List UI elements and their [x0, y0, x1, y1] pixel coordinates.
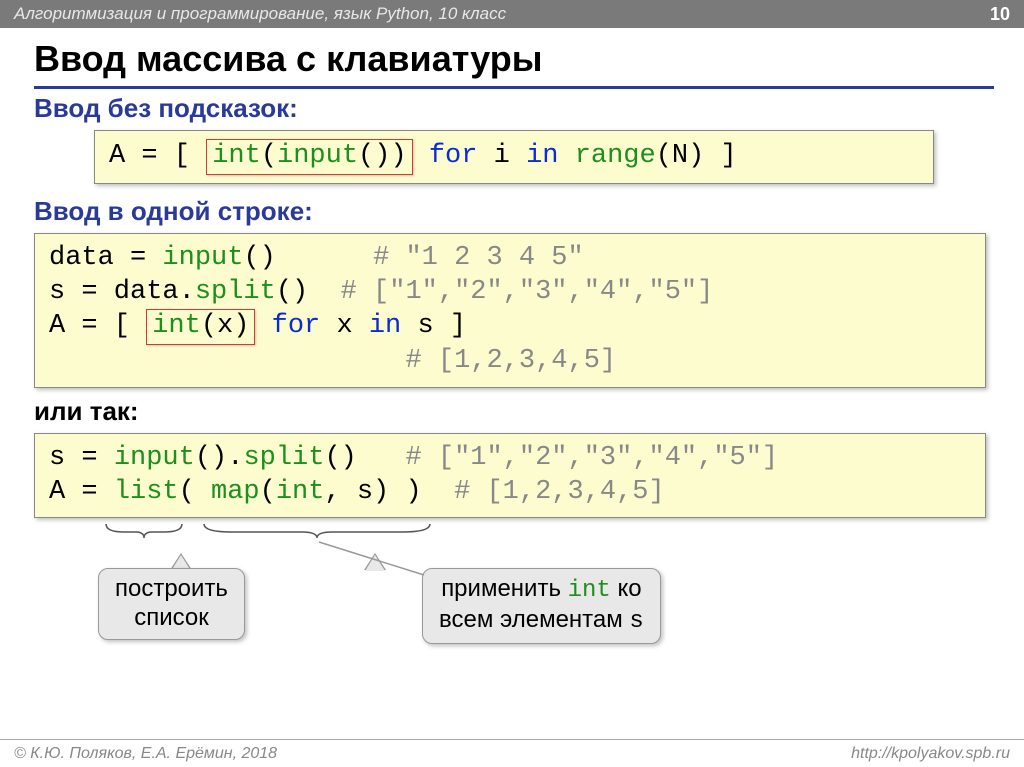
- code-fn: map: [211, 477, 260, 507]
- code-text: A = [: [49, 311, 146, 341]
- code-fn: int: [276, 477, 325, 507]
- callout-text: построить: [115, 575, 228, 604]
- code-text: ().: [195, 443, 244, 473]
- boxed-highlight: int(input()): [206, 139, 412, 175]
- slide-title: Ввод массива с клавиатуры: [34, 38, 994, 89]
- footer-url: http://kpolyakov.spb.ru: [851, 745, 1010, 763]
- section2-heading: Ввод в одной строке:: [34, 196, 994, 227]
- code-line: A = list( map(int, s) ) # [1,2,3,4,5]: [49, 476, 971, 510]
- copyright: © К.Ю. Поляков, Е.А. Ерёмин, 2018: [14, 745, 277, 763]
- code-kw: for: [272, 311, 321, 341]
- code-block-3: s = input().split() # ["1","2","3","4","…: [34, 433, 986, 519]
- callout-box-1: построить список: [98, 568, 245, 640]
- code-text: A =: [49, 477, 114, 507]
- brace-icon: [202, 522, 432, 540]
- code-line: # [1,2,3,4,5]: [49, 345, 971, 379]
- code-text: (: [179, 477, 211, 507]
- code-text: (): [324, 443, 356, 473]
- code-text: , s) ): [324, 477, 421, 507]
- callout-box-2: применить int ко всем элементам s: [422, 568, 661, 644]
- code-block-1: A = [ int(input()) for i in range(N) ]: [94, 130, 934, 184]
- code-comment: # "1 2 3 4 5": [373, 243, 584, 273]
- code-kw: for: [429, 141, 478, 171]
- code-text: data =: [49, 243, 162, 273]
- code-text: s = data.: [49, 277, 195, 307]
- code-kw: in: [526, 141, 558, 171]
- footer-bar: © К.Ю. Поляков, Е.А. Ерёмин, 2018 http:/…: [0, 739, 1024, 767]
- code-text: s =: [49, 443, 114, 473]
- callout-text: список: [115, 604, 228, 633]
- code-comment: # [1,2,3,4,5]: [405, 346, 616, 376]
- page-number: 10: [990, 4, 1010, 25]
- code-line: data = input() # "1 2 3 4 5": [49, 242, 971, 276]
- code-fn: input: [114, 443, 195, 473]
- slide-content: Ввод массива с клавиатуры Ввод без подск…: [0, 28, 1024, 644]
- code-comment: # [1,2,3,4,5]: [454, 477, 665, 507]
- code-fn: split: [243, 443, 324, 473]
- code-text: (: [260, 477, 276, 507]
- code-line: s = input().split() # ["1","2","3","4","…: [49, 442, 971, 476]
- code-text: A = [: [109, 141, 206, 171]
- code-text: (): [276, 277, 308, 307]
- callouts-area: построить список применить int ко всем э…: [34, 524, 994, 644]
- brace-icon: [104, 522, 184, 540]
- code-fn: int: [152, 311, 201, 341]
- code-fn: int: [212, 141, 261, 171]
- or-label: или так:: [34, 396, 994, 427]
- code-fn: input: [162, 243, 243, 273]
- code-line: A = [ int(x) for x in s ]: [49, 309, 971, 345]
- code-text: (): [243, 243, 275, 273]
- code-fn: list: [114, 477, 179, 507]
- boxed-highlight: int(x): [146, 309, 255, 345]
- code-fn: input: [277, 141, 358, 171]
- code-text: (x): [201, 311, 250, 341]
- code-block-2: data = input() # "1 2 3 4 5" s = data.sp…: [34, 233, 986, 388]
- callout-text: применить int ко: [439, 575, 644, 606]
- code-kw: in: [369, 311, 401, 341]
- section1-heading: Ввод без подсказок:: [34, 93, 994, 124]
- code-line: s = data.split() # ["1","2","3","4","5"]: [49, 276, 971, 310]
- course-title: Алгоритмизация и программирование, язык …: [14, 4, 506, 24]
- callout-text: всем элементам s: [439, 606, 644, 637]
- code-comment: # ["1","2","3","4","5"]: [405, 443, 778, 473]
- code-fn: range: [575, 141, 656, 171]
- connector-line: [314, 540, 434, 580]
- header-bar: Алгоритмизация и программирование, язык …: [0, 0, 1024, 28]
- code-fn: split: [195, 277, 276, 307]
- code-comment: # ["1","2","3","4","5"]: [341, 277, 714, 307]
